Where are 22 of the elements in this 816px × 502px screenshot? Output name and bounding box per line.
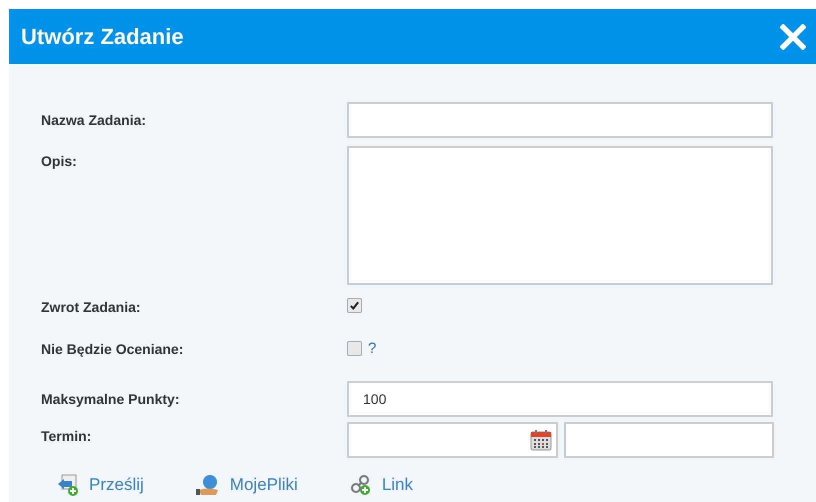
- attachment-link[interactable]: MojePliki: [196, 474, 298, 496]
- link-icon: [350, 474, 372, 496]
- calendar-icon[interactable]: [530, 429, 552, 451]
- attachment-link[interactable]: Prześlij: [57, 474, 144, 496]
- field-label: Maksymalne Punkty:: [41, 390, 180, 407]
- checkbox[interactable]: [347, 341, 362, 356]
- text-field[interactable]: 100: [347, 381, 773, 417]
- attachment-link[interactable]: Link: [350, 474, 414, 496]
- field-label: Nie Będzie Oceniane:: [41, 340, 184, 357]
- description-field[interactable]: [347, 146, 773, 285]
- time-field[interactable]: [564, 422, 774, 458]
- close-icon[interactable]: [780, 24, 806, 50]
- field-label: Zwrot Zadania:: [41, 298, 142, 315]
- dialog-title: Utwórz Zadanie: [21, 24, 184, 50]
- checkbox[interactable]: [347, 298, 362, 313]
- upload-icon: [57, 474, 79, 496]
- field-label: Termin:: [41, 427, 92, 444]
- field-label: Nazwa Zadania:: [41, 111, 148, 128]
- date-field[interactable]: [347, 422, 558, 458]
- text-field[interactable]: [347, 102, 773, 138]
- field-label: Opis:: [41, 152, 78, 169]
- help-link[interactable]: ?: [368, 340, 376, 357]
